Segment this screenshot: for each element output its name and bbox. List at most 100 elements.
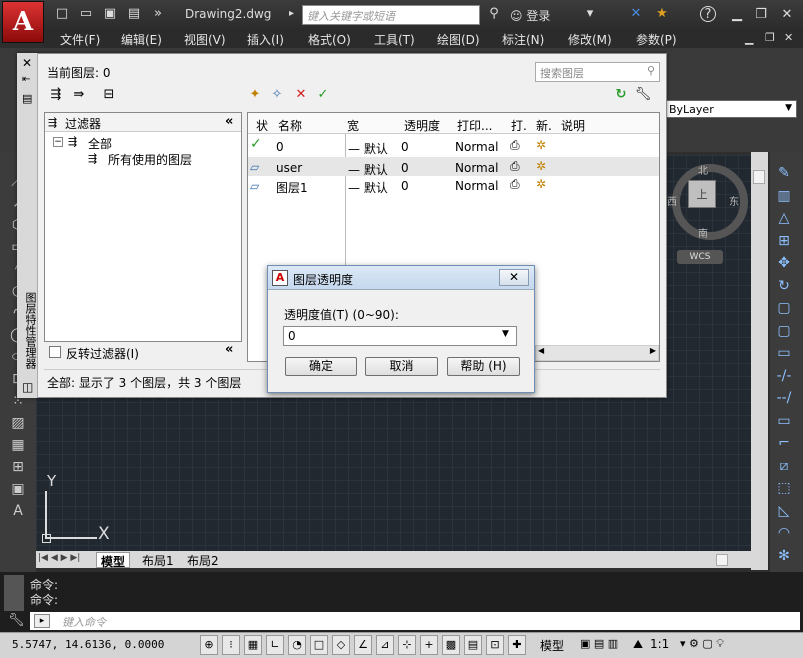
layout-icons[interactable]: ▣ ▤ ▥ bbox=[580, 637, 618, 650]
command-input[interactable]: 键入命令 bbox=[30, 612, 800, 630]
open-folder-icon[interactable]: ▭ bbox=[78, 6, 94, 22]
login-button[interactable]: ☺ 登录 bbox=[510, 7, 550, 24]
star-icon[interactable]: ★ bbox=[654, 6, 670, 22]
menu-format[interactable]: 格式(O) bbox=[308, 31, 351, 48]
cancel-button[interactable]: 取消 bbox=[365, 357, 438, 376]
model-space-toggle[interactable]: 模型 bbox=[540, 637, 564, 654]
snap-mode-icon[interactable]: ⁝ bbox=[222, 635, 240, 655]
tab-nav-arrows[interactable]: |◀ ◀ ▶ ▶| bbox=[38, 553, 80, 563]
more-tools-icon[interactable]: » bbox=[150, 6, 166, 22]
menu-file[interactable]: 文件(F) bbox=[60, 31, 100, 48]
save-as-icon[interactable]: ▤ bbox=[126, 6, 142, 22]
scroll-left-icon[interactable]: ◀ bbox=[538, 346, 544, 355]
layer-states-manager-icon[interactable]: ⊟ bbox=[100, 87, 118, 103]
quick-properties-icon[interactable]: ▤ bbox=[464, 635, 482, 655]
infer-constraints-icon[interactable]: ⊕ bbox=[200, 635, 218, 655]
doc-close-icon[interactable]: ✕ bbox=[784, 31, 793, 44]
new-layer-vp-frozen-icon[interactable]: ✧ bbox=[268, 87, 286, 103]
col-lineweight[interactable]: 宽 bbox=[347, 117, 359, 134]
workspace-icons[interactable]: ▾ ⚙ ▢ 💡︎ bbox=[680, 637, 724, 651]
col-status[interactable]: 状 bbox=[256, 117, 268, 134]
transparency-value-combo[interactable]: 0 bbox=[283, 326, 517, 346]
binoculars-icon[interactable]: ⚲ bbox=[486, 6, 502, 22]
close-window-button[interactable]: ✕ bbox=[776, 5, 798, 25]
dynamic-ucs-icon[interactable]: ⊿ bbox=[376, 635, 394, 655]
tab-model[interactable]: 模型 bbox=[96, 552, 131, 569]
menu-draw[interactable]: 绘图(D) bbox=[437, 31, 480, 48]
printer-icon[interactable]: ⎙ bbox=[510, 177, 520, 192]
delete-layer-icon[interactable]: ✕ bbox=[292, 87, 310, 103]
lineweight-icon[interactable]: + bbox=[420, 635, 438, 655]
collapse-filter-pane-icon[interactable]: « bbox=[225, 114, 233, 129]
doc-minimize-icon[interactable]: ▁ bbox=[745, 32, 753, 45]
table-horizontal-scrollbar[interactable]: ◀ ▶ bbox=[535, 345, 659, 361]
layer-lineweight[interactable]: — 默认 bbox=[348, 140, 388, 157]
ok-button[interactable]: 确定 bbox=[285, 357, 357, 376]
menu-insert[interactable]: 插入(I) bbox=[247, 31, 284, 48]
viewcube-east[interactable]: 东 bbox=[729, 193, 739, 208]
annotation-scale-icon[interactable]: ⛰ bbox=[633, 637, 643, 652]
menu-modify[interactable]: 修改(M) bbox=[568, 31, 612, 48]
menu-dimension[interactable]: 标注(N) bbox=[502, 31, 544, 48]
col-plot[interactable]: 打. bbox=[511, 117, 527, 134]
viewcube-north[interactable]: 北 bbox=[698, 162, 708, 177]
polar-tracking-icon[interactable]: ◔ bbox=[288, 635, 306, 655]
exchange-icon[interactable]: ✕ bbox=[628, 6, 644, 22]
wrench-icon[interactable]: 🔧︎ bbox=[8, 613, 25, 628]
3d-osnap-icon[interactable]: ◇ bbox=[332, 635, 350, 655]
viewcube-top-face[interactable]: 上 bbox=[688, 180, 716, 208]
printer-icon[interactable]: ⎙ bbox=[510, 159, 520, 174]
layer-name[interactable]: user bbox=[276, 161, 302, 175]
settings-wrench-icon[interactable]: 🔧︎ bbox=[634, 87, 652, 103]
col-plot-style[interactable]: 打印... bbox=[457, 117, 492, 134]
layer-search-input[interactable]: 搜索图层 ⚲ bbox=[535, 62, 660, 82]
transparency-icon[interactable]: ▩ bbox=[442, 635, 460, 655]
object-tracking-icon[interactable]: ∠ bbox=[354, 635, 372, 655]
tree-collapse-icon[interactable]: − bbox=[53, 137, 63, 147]
layer-lineweight[interactable]: — 默认 bbox=[348, 179, 388, 196]
tree-item-all[interactable]: 全部 bbox=[88, 135, 112, 152]
refresh-icon[interactable]: ↻ bbox=[612, 87, 630, 103]
dropdown-icon[interactable]: ▾ bbox=[582, 6, 598, 22]
new-group-filter-icon[interactable]: ⇛ bbox=[70, 87, 88, 103]
vp-freeze-icon[interactable]: ✲ bbox=[536, 138, 546, 152]
ortho-mode-icon[interactable]: ∟ bbox=[266, 635, 284, 655]
help-search-input[interactable]: 键入关键字或短语 bbox=[302, 5, 480, 25]
col-name[interactable]: 名称 bbox=[278, 117, 302, 134]
menu-edit[interactable]: 编辑(E) bbox=[121, 31, 162, 48]
horizontal-scroll-thumb[interactable] bbox=[716, 554, 728, 566]
col-new-vp-freeze[interactable]: 新. bbox=[536, 117, 552, 134]
menu-parameters[interactable]: 参数(P) bbox=[636, 31, 677, 48]
new-file-icon[interactable]: □ bbox=[54, 6, 70, 22]
menu-view[interactable]: 视图(V) bbox=[184, 31, 226, 48]
command-prompt-icon[interactable]: ▸ bbox=[34, 614, 50, 628]
command-grip[interactable] bbox=[4, 575, 24, 611]
tab-layout1[interactable]: 布局1 bbox=[138, 552, 178, 568]
vp-freeze-icon[interactable]: ✲ bbox=[536, 177, 546, 191]
table-row[interactable] bbox=[248, 137, 659, 156]
doc-restore-icon[interactable]: ❐ bbox=[765, 31, 775, 44]
layer-name[interactable]: 0 bbox=[276, 140, 284, 154]
new-layer-icon[interactable]: ✦ bbox=[246, 87, 264, 103]
col-description[interactable]: 说明 bbox=[561, 117, 585, 134]
annotation-scale[interactable]: 1:1 bbox=[650, 637, 669, 651]
scroll-thumb[interactable] bbox=[753, 170, 765, 184]
coordinates-readout[interactable]: 5.5747, 14.6136, 0.0000 bbox=[12, 638, 164, 651]
col-transparency[interactable]: 透明度 bbox=[404, 117, 440, 134]
table-row[interactable] bbox=[248, 176, 659, 195]
chevron-down-icon[interactable]: ▼ bbox=[502, 329, 509, 339]
layer-transparency[interactable]: 0 bbox=[401, 161, 409, 175]
grid-display-icon[interactable]: ▦ bbox=[244, 635, 262, 655]
restore-window-button[interactable]: ❐ bbox=[750, 5, 772, 25]
help-button[interactable]: ? bbox=[700, 6, 716, 22]
table-row[interactable] bbox=[248, 157, 659, 176]
application-menu-button[interactable]: A bbox=[2, 1, 44, 43]
tab-layout2[interactable]: 布局2 bbox=[183, 552, 223, 568]
printer-icon[interactable]: ⎙ bbox=[510, 138, 520, 153]
set-current-icon[interactable]: ✓ bbox=[314, 87, 332, 103]
dialog-close-button[interactable]: ✕ bbox=[499, 269, 529, 286]
menu-tools[interactable]: 工具(T) bbox=[374, 31, 415, 48]
save-icon[interactable]: ▣ bbox=[102, 6, 118, 22]
viewcube-south[interactable]: 南 bbox=[698, 225, 708, 240]
layer-transparency[interactable]: 0 bbox=[401, 140, 409, 154]
